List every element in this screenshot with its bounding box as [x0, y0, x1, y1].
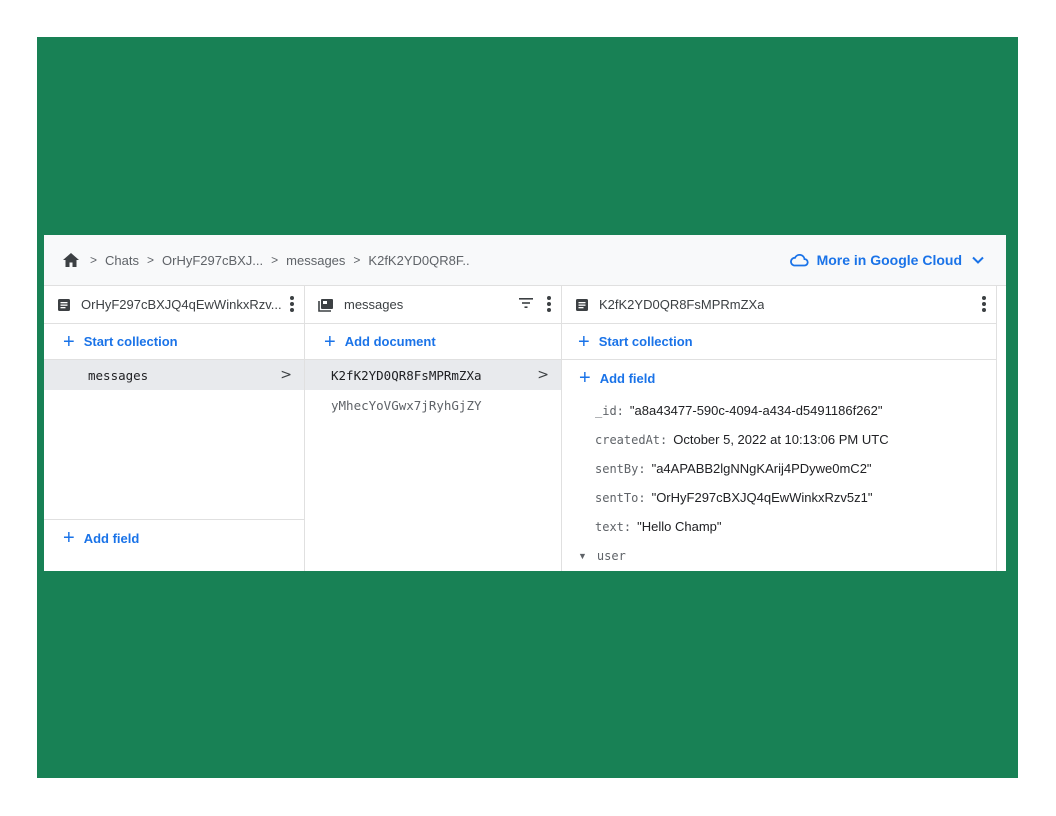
field-row-map[interactable]: ▼ user [578, 541, 996, 570]
field-key: _id: [595, 403, 624, 418]
field-row[interactable]: sentBy: "a4APABB2lgNNgKArij4PDywe0mC2" [595, 454, 996, 483]
chevron-right-icon: > [146, 253, 154, 267]
column-title: messages [344, 297, 404, 312]
add-field-button[interactable]: + Add field [44, 519, 304, 556]
column-header: OrHyF297cBXJQ4qEwWinkxRzv... [44, 286, 304, 324]
collection-icon [318, 298, 334, 312]
start-collection-button[interactable]: + Start collection [44, 324, 304, 360]
add-document-label: Add document [344, 334, 436, 349]
breadcrumb-item-chats[interactable]: Chats [105, 253, 139, 268]
field-key: sentBy: [595, 461, 646, 476]
field-row[interactable]: _id: "a8a43477-590c-4094-a434-d5491186f2… [595, 396, 996, 425]
more-vert-icon[interactable] [290, 296, 294, 312]
document-column: K2fK2YD0QR8FsMPRmZXa + Start collection … [562, 286, 997, 571]
plus-icon: + [578, 330, 590, 353]
plus-icon: + [63, 526, 75, 549]
column-header: K2fK2YD0QR8FsMPRmZXa [562, 286, 996, 324]
field-value: "a4APABB2lgNNgKArij4PDywe0mC2" [651, 461, 872, 476]
field-row[interactable]: sentTo: "OrHyF297cBXJQ4qEwWinkxRzv5z1" [595, 483, 996, 512]
collection-column: messages + Add document K2fK2YD0QR8FsMPR… [305, 286, 562, 571]
plus-icon: + [63, 330, 75, 353]
collection-name: messages [88, 367, 149, 383]
more-in-google-cloud-label: More in Google Cloud [816, 252, 962, 268]
chevron-right-icon: > [353, 253, 361, 267]
home-icon[interactable] [62, 250, 82, 270]
add-document-button[interactable]: + Add document [305, 324, 561, 360]
chevron-down-icon [972, 256, 984, 264]
field-value: "a8a43477-590c-4094-a434-d5491186f262" [629, 403, 883, 418]
more-in-google-cloud-button[interactable]: More in Google Cloud [789, 235, 984, 285]
cloud-icon [789, 253, 809, 267]
field-value: October 5, 2022 at 10:13:06 PM UTC [673, 432, 889, 447]
plus-icon: + [324, 330, 336, 353]
chevron-right-icon: > [271, 253, 279, 267]
field-key: createdAt: [595, 432, 668, 447]
breadcrumb-item-chat-doc[interactable]: OrHyF297cBXJ... [162, 253, 263, 268]
field-key: user [596, 548, 626, 563]
breadcrumb-item-message-doc[interactable]: K2fK2YD0QR8F.. [368, 253, 469, 268]
parent-document-column: OrHyF297cBXJQ4qEwWinkxRzv... + Start col… [44, 286, 305, 571]
start-collection-label: Start collection [598, 334, 693, 349]
triangle-down-icon[interactable]: ▼ [578, 551, 587, 561]
field-key: sentTo: [595, 490, 646, 505]
field-value: "OrHyF297cBXJQ4qEwWinkxRzv5z1" [651, 490, 873, 505]
more-vert-icon[interactable] [982, 296, 986, 312]
document-id: K2fK2YD0QR8FsMPRmZXa [331, 367, 482, 383]
field-value: "Hello Champ" [637, 519, 722, 534]
chevron-right-icon: > [90, 253, 98, 267]
document-icon [57, 298, 71, 312]
add-field-label: Add field [599, 370, 656, 386]
field-key: text: [595, 519, 632, 534]
filter-icon[interactable] [519, 297, 533, 309]
chevron-right-icon: > [537, 367, 549, 383]
column-title: OrHyF297cBXJQ4qEwWinkxRzv... [81, 297, 282, 312]
start-collection-button[interactable]: + Start collection [562, 324, 996, 360]
document-icon [575, 298, 589, 312]
start-collection-label: Start collection [83, 334, 178, 349]
document-id: yMhecYoVGwx7jRyhGjZY [331, 397, 482, 413]
column-header: messages [305, 286, 561, 324]
breadcrumb-item-messages[interactable]: messages [286, 253, 345, 268]
column-title: K2fK2YD0QR8FsMPRmZXa [599, 297, 765, 312]
more-vert-icon[interactable] [547, 296, 551, 312]
breadcrumb: > Chats > OrHyF297cBXJ... > messages > K… [44, 235, 1006, 286]
add-field-button[interactable]: + Add field [562, 360, 996, 396]
add-field-label: Add field [83, 530, 140, 546]
list-item[interactable]: K2fK2YD0QR8FsMPRmZXa > [305, 360, 561, 390]
plus-icon: + [579, 366, 591, 389]
firestore-panel: > Chats > OrHyF297cBXJ... > messages > K… [44, 235, 1006, 571]
list-item[interactable]: messages > [44, 360, 304, 390]
list-item[interactable]: yMhecYoVGwx7jRyhGjZY [305, 390, 561, 420]
field-row[interactable]: text: "Hello Champ" [595, 512, 996, 541]
chevron-right-icon: > [280, 367, 292, 383]
field-row[interactable]: createdAt: October 5, 2022 at 10:13:06 P… [595, 425, 996, 454]
